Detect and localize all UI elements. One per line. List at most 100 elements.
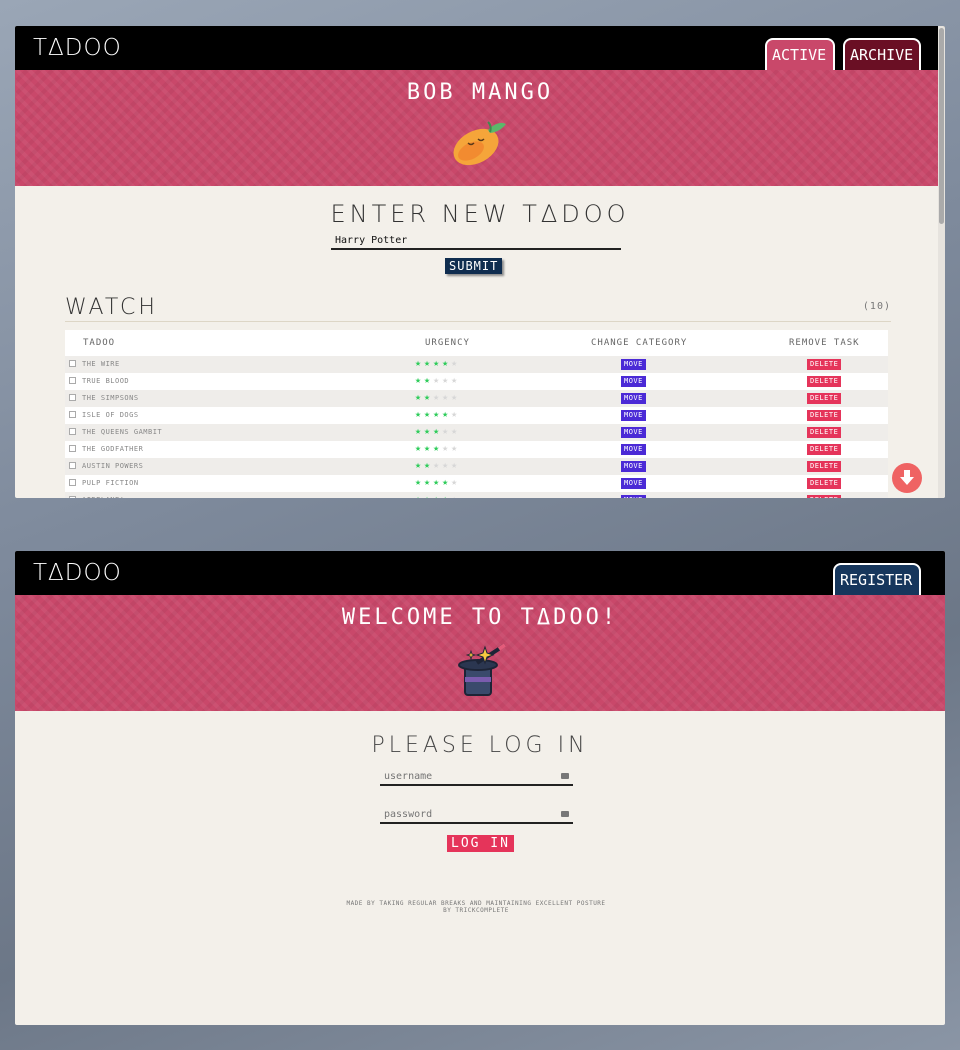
star-icon[interactable]: ★ (424, 358, 433, 369)
star-icon[interactable]: ★ (433, 358, 442, 369)
star-icon[interactable]: ★ (442, 426, 451, 437)
username-input[interactable] (380, 769, 573, 786)
password-manager-icon[interactable] (561, 811, 569, 817)
delete-button[interactable]: DELETE (807, 359, 842, 370)
star-icon[interactable]: ★ (442, 443, 451, 454)
star-icon[interactable]: ★ (415, 409, 424, 420)
task-checkbox[interactable] (69, 479, 76, 486)
scroll-down-button[interactable] (892, 463, 922, 493)
task-checkbox[interactable] (69, 462, 76, 469)
logo[interactable]: TΔDOO (33, 35, 122, 61)
delete-button[interactable]: DELETE (807, 410, 842, 421)
submit-button[interactable]: SUBMIT (445, 258, 503, 274)
star-icon[interactable]: ★ (433, 392, 442, 403)
star-icon[interactable]: ★ (424, 375, 433, 386)
star-icon[interactable]: ★ (451, 392, 460, 403)
urgency-rating[interactable]: ★★★★★ (415, 426, 460, 437)
delete-button[interactable]: DELETE (807, 478, 842, 489)
welcome-title: WELCOME TO TΔDOO! (341, 605, 619, 630)
move-button[interactable]: MOVE (621, 376, 646, 387)
star-icon[interactable]: ★ (451, 494, 460, 498)
move-button[interactable]: MOVE (621, 444, 646, 455)
star-icon[interactable]: ★ (451, 443, 460, 454)
star-icon[interactable]: ★ (415, 392, 424, 403)
star-icon[interactable]: ★ (424, 426, 433, 437)
urgency-rating[interactable]: ★★★★★ (415, 494, 460, 498)
task-checkbox[interactable] (69, 377, 76, 384)
star-icon[interactable]: ★ (424, 409, 433, 420)
star-icon[interactable]: ★ (442, 477, 451, 488)
urgency-rating[interactable]: ★★★★★ (415, 460, 460, 471)
urgency-rating[interactable]: ★★★★★ (415, 409, 460, 420)
star-icon[interactable]: ★ (424, 392, 433, 403)
scrollbar-thumb[interactable] (939, 28, 944, 224)
task-checkbox[interactable] (69, 445, 76, 452)
tab-active[interactable]: ACTIVE (765, 38, 835, 72)
urgency-rating[interactable]: ★★★★★ (415, 358, 460, 369)
star-icon[interactable]: ★ (451, 358, 460, 369)
delete-button[interactable]: DELETE (807, 393, 842, 404)
star-icon[interactable]: ★ (433, 426, 442, 437)
star-icon[interactable]: ★ (451, 477, 460, 488)
task-checkbox[interactable] (69, 411, 76, 418)
urgency-rating[interactable]: ★★★★★ (415, 375, 460, 386)
task-checkbox[interactable] (69, 360, 76, 367)
star-icon[interactable]: ★ (442, 358, 451, 369)
star-icon[interactable]: ★ (415, 426, 424, 437)
urgency-rating[interactable]: ★★★★★ (415, 477, 460, 488)
star-icon[interactable]: ★ (415, 358, 424, 369)
star-icon[interactable]: ★ (451, 409, 460, 420)
delete-button[interactable]: DELETE (807, 461, 842, 472)
register-button[interactable]: REGISTER (833, 563, 921, 597)
star-icon[interactable]: ★ (442, 409, 451, 420)
delete-button[interactable]: DELETE (807, 427, 842, 438)
star-icon[interactable]: ★ (424, 460, 433, 471)
footer-line-1: MADE BY TAKING REGULAR BREAKS AND MAINTA… (346, 900, 606, 907)
move-button[interactable]: MOVE (621, 393, 646, 404)
star-icon[interactable]: ★ (415, 375, 424, 386)
move-button[interactable]: MOVE (621, 359, 646, 370)
task-checkbox[interactable] (69, 394, 76, 401)
star-icon[interactable]: ★ (433, 460, 442, 471)
task-checkbox[interactable] (69, 496, 76, 498)
star-icon[interactable]: ★ (415, 460, 424, 471)
star-icon[interactable]: ★ (415, 494, 424, 498)
logo[interactable]: TΔDOO (33, 560, 122, 586)
move-button[interactable]: MOVE (621, 478, 646, 489)
app-window-active: TΔDOO ACTIVE ARCHIVE BOB MANGO ENTER NEW… (15, 26, 945, 498)
delete-button[interactable]: DELETE (807, 444, 842, 455)
delete-button[interactable]: DELETE (807, 376, 842, 387)
star-icon[interactable]: ★ (424, 477, 433, 488)
star-icon[interactable]: ★ (433, 375, 442, 386)
move-button[interactable]: MOVE (621, 461, 646, 472)
star-icon[interactable]: ★ (424, 443, 433, 454)
tab-archive[interactable]: ARCHIVE (843, 38, 921, 72)
task-checkbox[interactable] (69, 428, 76, 435)
move-button[interactable]: MOVE (621, 495, 646, 498)
star-icon[interactable]: ★ (433, 494, 442, 498)
move-button[interactable]: MOVE (621, 410, 646, 421)
new-tadoo-input[interactable] (331, 232, 621, 250)
star-icon[interactable]: ★ (415, 477, 424, 488)
star-icon[interactable]: ★ (442, 392, 451, 403)
star-icon[interactable]: ★ (451, 460, 460, 471)
star-icon[interactable]: ★ (415, 443, 424, 454)
urgency-rating[interactable]: ★★★★★ (415, 443, 460, 454)
password-input[interactable] (380, 807, 573, 824)
star-icon[interactable]: ★ (442, 494, 451, 498)
star-icon[interactable]: ★ (451, 426, 460, 437)
star-icon[interactable]: ★ (451, 375, 460, 386)
mango-icon (446, 116, 514, 174)
star-icon[interactable]: ★ (424, 494, 433, 498)
login-button[interactable]: LOG IN (447, 835, 514, 852)
star-icon[interactable]: ★ (433, 409, 442, 420)
star-icon[interactable]: ★ (442, 460, 451, 471)
star-icon[interactable]: ★ (442, 375, 451, 386)
star-icon[interactable]: ★ (433, 477, 442, 488)
password-manager-icon[interactable] (561, 773, 569, 779)
move-button[interactable]: MOVE (621, 427, 646, 438)
scrollbar[interactable] (938, 26, 945, 498)
delete-button[interactable]: DELETE (807, 495, 842, 498)
star-icon[interactable]: ★ (433, 443, 442, 454)
urgency-rating[interactable]: ★★★★★ (415, 392, 460, 403)
